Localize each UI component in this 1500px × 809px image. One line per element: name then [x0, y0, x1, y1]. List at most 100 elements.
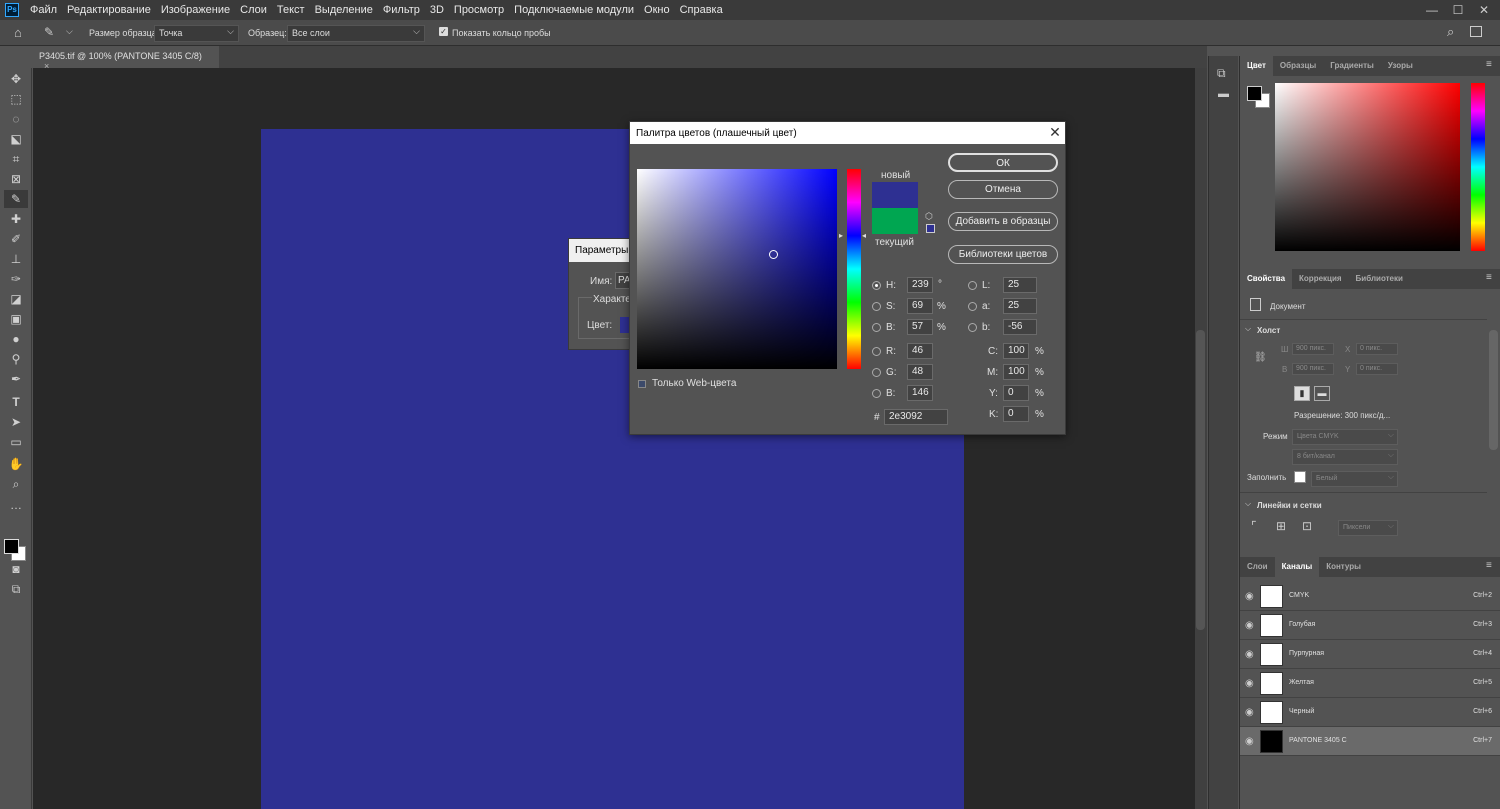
ok-button[interactable]: ОК: [948, 153, 1058, 172]
brush-tool-icon[interactable]: ✐: [4, 230, 28, 248]
saturation-brightness-field[interactable]: [637, 169, 837, 369]
blue-input[interactable]: 146: [907, 385, 933, 401]
tool-preset-chevron-icon[interactable]: ⌵: [66, 26, 73, 37]
lasso-tool-icon[interactable]: ◌: [4, 110, 28, 128]
canvas-chevron-icon[interactable]: ⌵: [1245, 324, 1251, 334]
sample-size-select[interactable]: Точка: [154, 25, 239, 42]
quick-select-tool-icon[interactable]: ⬕: [4, 130, 28, 148]
quick-mask-icon[interactable]: ◙: [4, 560, 28, 578]
g-input[interactable]: 48: [907, 364, 933, 380]
tab-properties[interactable]: Свойства: [1240, 269, 1293, 289]
units-select[interactable]: Пиксели: [1338, 520, 1398, 536]
radio-l[interactable]: [968, 281, 977, 290]
channel-row-selected[interactable]: ◉ PANTONE 3405 C Ctrl+7: [1240, 727, 1500, 756]
rulers-chevron-icon[interactable]: ⌵: [1245, 499, 1251, 509]
gamut-cube-icon[interactable]: ⬡: [925, 211, 933, 222]
radio-h[interactable]: [872, 281, 881, 290]
a-input[interactable]: 25: [1003, 298, 1037, 314]
close-window-button[interactable]: ✕: [1473, 0, 1495, 20]
tab-color[interactable]: Цвет: [1240, 56, 1273, 76]
radio-r[interactable]: [872, 347, 881, 356]
radio-a[interactable]: [968, 302, 977, 311]
history-panel-icon[interactable]: ⧉: [1217, 66, 1226, 81]
tab-patterns[interactable]: Узоры: [1381, 56, 1420, 76]
radio-s[interactable]: [872, 302, 881, 311]
tab-layers[interactable]: Слои: [1240, 557, 1275, 577]
path-select-tool-icon[interactable]: ➤: [4, 413, 28, 431]
radio-b[interactable]: [872, 323, 881, 332]
visibility-eye-icon[interactable]: ◉: [1245, 591, 1254, 602]
current-color-swatch[interactable]: [872, 208, 918, 234]
b-input[interactable]: 57: [907, 319, 933, 335]
zoom-tool-icon[interactable]: ⌕: [4, 475, 28, 493]
ruler-icon[interactable]: ⌜: [1251, 519, 1257, 533]
tab-channels[interactable]: Каналы: [1274, 557, 1320, 577]
menu-help[interactable]: Справка: [675, 0, 728, 20]
panel-foreground-swatch[interactable]: [1247, 86, 1262, 101]
home-icon[interactable]: ⌂: [14, 25, 22, 40]
frame-tool-icon[interactable]: ⊠: [4, 170, 28, 188]
visibility-eye-icon[interactable]: ◉: [1245, 678, 1254, 689]
add-to-swatches-button[interactable]: Добавить в образцы: [948, 212, 1058, 231]
hue-slider[interactable]: [847, 169, 861, 369]
channels-menu-icon[interactable]: ≡: [1486, 560, 1492, 571]
eyedropper-tool-icon[interactable]: ✎: [44, 25, 54, 39]
radio-g[interactable]: [872, 368, 881, 377]
dodge-tool-icon[interactable]: ⚲: [4, 350, 28, 368]
workspace-icon[interactable]: [1470, 26, 1482, 37]
tab-libraries[interactable]: Библиотеки: [1349, 269, 1410, 289]
tab-gradients[interactable]: Градиенты: [1323, 56, 1381, 76]
eyedropper-tool-icon[interactable]: ✎: [4, 190, 28, 208]
tab-swatches[interactable]: Образцы: [1273, 56, 1323, 76]
bit-depth-select[interactable]: 8 бит/канал: [1292, 449, 1398, 465]
lab-b-input[interactable]: -56: [1003, 319, 1037, 335]
color-panel-menu-icon[interactable]: ≡: [1486, 59, 1492, 70]
channel-row[interactable]: ◉ Пурпурная Ctrl+4: [1240, 640, 1500, 669]
tab-paths[interactable]: Контуры: [1319, 557, 1368, 577]
scrollbar-thumb[interactable]: [1196, 330, 1205, 630]
minimize-button[interactable]: —: [1421, 0, 1443, 20]
foreground-color-swatch-top[interactable]: [4, 539, 19, 554]
healing-brush-tool-icon[interactable]: ✚: [4, 210, 28, 228]
channel-row[interactable]: ◉ Черный Ctrl+6: [1240, 698, 1500, 727]
picker-close-button[interactable]: ✕: [1045, 122, 1065, 142]
panel-color-field[interactable]: [1275, 83, 1460, 251]
guides-icon[interactable]: ⊡: [1302, 519, 1312, 533]
blur-tool-icon[interactable]: ●: [4, 330, 28, 348]
pen-tool-icon[interactable]: ✒: [4, 370, 28, 388]
portrait-orientation-icon[interactable]: ▮: [1294, 386, 1310, 401]
visibility-eye-icon[interactable]: ◉: [1245, 707, 1254, 718]
x-input[interactable]: 0 пикс.: [1356, 343, 1398, 355]
visibility-eye-icon[interactable]: ◉: [1245, 620, 1254, 631]
search-icon[interactable]: ⌕: [1447, 24, 1454, 40]
m-input[interactable]: 100: [1003, 364, 1029, 380]
show-ring-checkbox[interactable]: ✓: [439, 27, 448, 36]
more-tools-icon[interactable]: …: [4, 496, 28, 514]
web-safe-swatch-icon[interactable]: [926, 224, 935, 233]
menu-window[interactable]: Окно: [639, 0, 675, 20]
move-tool-icon[interactable]: ✥: [4, 70, 28, 88]
tab-adjustments[interactable]: Коррекция: [1292, 269, 1349, 289]
k-input[interactable]: 0: [1003, 406, 1029, 422]
y-input[interactable]: 0 пикс.: [1356, 363, 1398, 375]
channel-row[interactable]: ◉ CMYK Ctrl+2: [1240, 582, 1500, 611]
cancel-button[interactable]: Отмена: [948, 180, 1058, 199]
y-input[interactable]: 0: [1003, 385, 1029, 401]
crop-tool-icon[interactable]: ⌗: [4, 150, 28, 168]
visibility-eye-icon[interactable]: ◉: [1245, 736, 1254, 747]
menu-select[interactable]: Выделение: [310, 0, 378, 20]
properties-scrollbar[interactable]: [1489, 330, 1498, 450]
radio-lab-b[interactable]: [968, 323, 977, 332]
properties-menu-icon[interactable]: ≡: [1486, 272, 1492, 283]
channel-row[interactable]: ◉ Желтая Ctrl+5: [1240, 669, 1500, 698]
gradient-tool-icon[interactable]: ▣: [4, 310, 28, 328]
channel-row[interactable]: ◉ Голубая Ctrl+3: [1240, 611, 1500, 640]
c-input[interactable]: 100: [1003, 343, 1029, 359]
maximize-button[interactable]: ☐: [1447, 0, 1469, 20]
menu-edit[interactable]: Редактирование: [62, 0, 156, 20]
menu-3d[interactable]: 3D: [425, 0, 449, 20]
color-cursor-icon[interactable]: [769, 250, 778, 259]
color-libraries-button[interactable]: Библиотеки цветов: [948, 245, 1058, 264]
menu-text[interactable]: Текст: [272, 0, 310, 20]
width-input[interactable]: 900 пикс.: [1292, 343, 1334, 355]
